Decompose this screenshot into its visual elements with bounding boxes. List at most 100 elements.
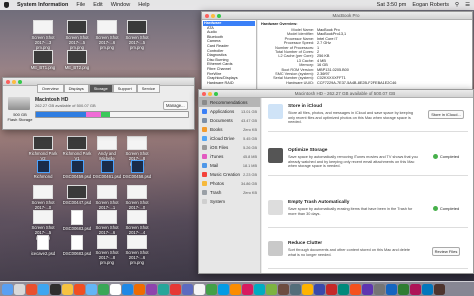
- desktop-file-icon[interactable]: Screen Shot 2017-...5 pm.png: [62, 20, 92, 50]
- dock-app-icon[interactable]: [122, 283, 133, 295]
- dock-app-icon[interactable]: [362, 283, 373, 295]
- minimize-button[interactable]: [211, 13, 215, 18]
- tab-displays[interactable]: Displays: [63, 84, 89, 93]
- menu-help[interactable]: Help: [138, 2, 149, 8]
- menu-window[interactable]: Window: [111, 2, 131, 8]
- desktop-file-icon[interactable]: Richmond Park V1: [62, 136, 92, 161]
- manage-button[interactable]: Manage...: [163, 101, 188, 110]
- dock-app-icon[interactable]: [290, 283, 301, 295]
- dock-app-icon[interactable]: [422, 283, 433, 295]
- dock-app-icon[interactable]: [386, 283, 397, 295]
- desktop-file-icon[interactable]: Andy and Michelle: [92, 136, 122, 161]
- close-button[interactable]: [205, 13, 209, 18]
- dock-app-icon[interactable]: [110, 283, 121, 295]
- dock-app-icon[interactable]: [86, 283, 97, 295]
- dock-app-icon[interactable]: [278, 283, 289, 295]
- storage-category[interactable]: Books Zero KB: [199, 125, 260, 134]
- tab-support[interactable]: Support: [112, 84, 137, 93]
- storage-segment[interactable]: [36, 112, 87, 117]
- dock-app-icon[interactable]: [62, 283, 73, 295]
- minimize-button[interactable]: [12, 79, 16, 84]
- storage-category[interactable]: Photos 34.86 GB: [199, 179, 260, 188]
- dock-app-icon[interactable]: [410, 283, 421, 295]
- dock-app-icon[interactable]: [170, 283, 181, 295]
- dock-app-icon[interactable]: [158, 283, 169, 295]
- storage-category[interactable]: iTunes 45.8 MB: [199, 152, 260, 161]
- storage-category[interactable]: Documents 43.47 GB: [199, 116, 260, 125]
- user-name[interactable]: Eogan Roberts: [412, 2, 449, 8]
- desktop-file-icon[interactable]: icecave2.psd: [28, 235, 58, 256]
- dock-app-icon[interactable]: [254, 283, 265, 295]
- tab-storage[interactable]: Storage: [88, 84, 113, 93]
- search-icon[interactable]: ⚲: [455, 2, 459, 8]
- storage-segment[interactable]: [86, 112, 102, 117]
- storage-category[interactable]: System: [199, 197, 260, 206]
- dock-app-icon[interactable]: [434, 283, 445, 295]
- zoom-button[interactable]: [217, 13, 221, 18]
- storage-category[interactable]: Trash Zero KB: [199, 188, 260, 197]
- menu-list-icon[interactable]: ☰: [465, 2, 470, 8]
- storage-category[interactable]: Mail 18.1 MB: [199, 161, 260, 170]
- storage-category[interactable]: iOS Files 5.26 GB: [199, 143, 260, 152]
- dock-app-icon[interactable]: [98, 283, 109, 295]
- desktop-file-icon[interactable]: DSC00447.psd: [62, 185, 92, 205]
- dock-app-icon[interactable]: [338, 283, 349, 295]
- tab-service[interactable]: Service: [136, 84, 161, 93]
- desktop-file-icon[interactable]: ME_BT1.png: [28, 50, 58, 70]
- dock-app-icon[interactable]: [242, 283, 253, 295]
- dock-app-icon[interactable]: [206, 283, 217, 295]
- close-button[interactable]: [202, 91, 206, 96]
- storage-category[interactable]: Music Creation 2.23 GB: [199, 170, 260, 179]
- dock-app-icon[interactable]: [2, 283, 13, 295]
- dock-app-icon[interactable]: [314, 283, 325, 295]
- clock[interactable]: Sat 3:50 pm: [377, 2, 407, 8]
- desktop-file-icon[interactable]: Screen Shot 2017-...6 pm.png: [122, 235, 152, 265]
- dock-app-icon[interactable]: [146, 283, 157, 295]
- dock-app-icon[interactable]: [374, 283, 385, 295]
- dock-app-icon[interactable]: [74, 283, 85, 295]
- desktop-file-icon[interactable]: DSC00683.psd: [62, 210, 92, 231]
- dock-app-icon[interactable]: [266, 283, 277, 295]
- tree-item[interactable]: Hardware RAID: [203, 81, 255, 86]
- desktop-file-icon[interactable]: DSC00459.psd: [62, 160, 92, 179]
- dock-app-icon[interactable]: [182, 283, 193, 295]
- sysinfo-titlebar[interactable]: MacBook Pro: [202, 12, 472, 20]
- dock-app-icon[interactable]: [326, 283, 337, 295]
- desktop-file-icon[interactable]: Richmond Park V2: [28, 136, 58, 161]
- menu-edit[interactable]: Edit: [93, 2, 102, 8]
- storage-segment[interactable]: [110, 112, 188, 117]
- minimize-button[interactable]: [208, 91, 212, 96]
- storage-category[interactable]: iCloud Drive 5.45 GB: [199, 134, 260, 143]
- storage-category[interactable]: Recommendations: [199, 98, 260, 107]
- desktop-file-icon[interactable]: DSC00461.psd: [92, 160, 122, 179]
- dock-app-icon[interactable]: [50, 283, 61, 295]
- desktop-file-icon[interactable]: Screen Shot 2017-...5 pm.png: [122, 20, 152, 50]
- desktop-file-icon[interactable]: DSC00683.psd: [62, 235, 92, 256]
- desktop-file-icon[interactable]: Screen Shot 2017-...8 pm.png: [92, 235, 122, 265]
- dock-app-icon[interactable]: [194, 283, 205, 295]
- zoom-button[interactable]: [214, 91, 218, 96]
- dock-app-icon[interactable]: [38, 283, 49, 295]
- dock-app-icon[interactable]: [218, 283, 229, 295]
- tab-overview[interactable]: Overview: [36, 84, 64, 93]
- dock-app-icon[interactable]: [14, 283, 25, 295]
- dock-app-icon[interactable]: [230, 283, 241, 295]
- menu-file[interactable]: File: [76, 2, 85, 8]
- desktop-file-icon[interactable]: ME_BT2.png: [62, 50, 92, 70]
- storage-category[interactable]: Applications 13.01 GB: [199, 107, 260, 116]
- dock-app-icon[interactable]: [398, 283, 409, 295]
- desktop-file-icon[interactable]: Screen Shot 2017-...6 pm.png: [92, 20, 122, 50]
- storage-titlebar[interactable]: Macintosh HD - 262.27 GB available of 50…: [199, 90, 473, 98]
- storage-segment[interactable]: [101, 112, 111, 117]
- dock-app-icon[interactable]: [350, 283, 361, 295]
- dock-app-icon[interactable]: [26, 283, 37, 295]
- close-button[interactable]: [6, 79, 10, 84]
- dock-app-icon[interactable]: [134, 283, 145, 295]
- desktop-file-icon[interactable]: Screen Shot 2017-...3 pm.png: [28, 20, 58, 50]
- recommendation-button[interactable]: Review Files: [431, 247, 461, 256]
- dock-app-icon[interactable]: [302, 283, 313, 295]
- app-menu[interactable]: System Information: [17, 2, 68, 8]
- zoom-button[interactable]: [18, 79, 22, 84]
- desktop-file-icon[interactable]: Richmond: [28, 160, 58, 179]
- recommendation-button[interactable]: Store in iCloud...: [428, 110, 464, 119]
